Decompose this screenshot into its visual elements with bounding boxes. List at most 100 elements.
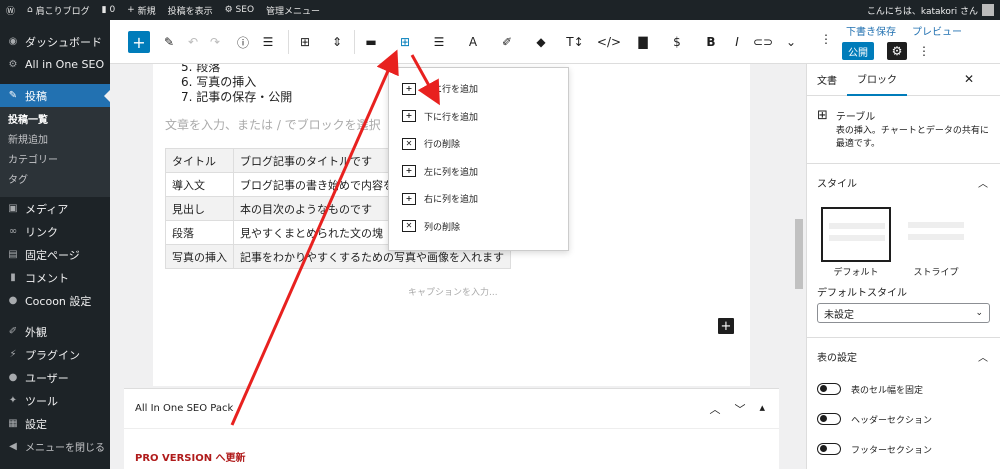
numbered-list[interactable]: 5. 段落 6. 写真の挿入 7. 記事の保存・公開 bbox=[181, 64, 292, 105]
menu-item-insert-row-before[interactable]: + 上に行を追加 bbox=[389, 75, 568, 103]
fixed-width-toggle-row[interactable]: 表のセル幅を固定 bbox=[807, 374, 1000, 404]
home-icon: ⌂ bbox=[27, 5, 36, 15]
pro-version-link[interactable]: PRO VERSION へ更新 bbox=[135, 449, 246, 464]
text-size-icon[interactable]: T↕ bbox=[560, 20, 590, 64]
greeting-text[interactable]: こんにちは、katakori さん bbox=[867, 4, 978, 17]
admin-sidebar: ◉ ダッシュボード ⚙ All in One SEO ✎ 投稿 投稿一覧 新規追加 カ… bbox=[0, 20, 110, 469]
sidebar-item-comments[interactable]: ▮ コメント bbox=[0, 266, 110, 289]
sidebar-item-dashboard[interactable]: ◉ ダッシュボード bbox=[0, 30, 110, 53]
align-icon[interactable]: ▬ bbox=[356, 20, 386, 64]
sidebar-item-appearance[interactable]: ✐ 外観 bbox=[0, 320, 110, 343]
table-cell[interactable]: 見出し bbox=[165, 196, 234, 221]
editor-scrollbar[interactable] bbox=[793, 64, 805, 469]
admin-menu-link[interactable]: 管理メニュー bbox=[260, 0, 326, 20]
paragraph-placeholder[interactable]: 文章を入力、または / でブロックを選択 bbox=[165, 116, 381, 133]
wordpress-logo-icon[interactable]: Ⓦ bbox=[0, 0, 21, 20]
menu-item-delete-column[interactable]: ✕ 列の削除 bbox=[389, 213, 568, 241]
sidebar-item-cocoon[interactable]: ● Cocoon 設定 bbox=[0, 289, 110, 312]
tag-icon[interactable]: ◆ bbox=[526, 20, 556, 64]
close-icon[interactable]: ✕ bbox=[964, 72, 974, 86]
chevron-down-icon[interactable]: ﹀ bbox=[734, 401, 745, 417]
inline-add-block-button[interactable]: + bbox=[718, 318, 734, 334]
header-section-toggle[interactable] bbox=[817, 413, 841, 425]
table-icon: ⊞ bbox=[817, 108, 828, 123]
sidebar-item-tools[interactable]: ✦ ツール bbox=[0, 389, 110, 412]
link-icon[interactable]: ⊂⊃ bbox=[748, 20, 778, 64]
preview-button[interactable]: プレビュー bbox=[912, 23, 962, 38]
text-align-icon[interactable]: ☰ bbox=[424, 20, 454, 64]
more-options-icon[interactable]: ⋮ bbox=[820, 32, 832, 46]
sidebar-item-media[interactable]: ▣ メディア bbox=[0, 197, 110, 220]
default-style-select[interactable]: 未設定 ⌄ bbox=[817, 303, 990, 323]
header-section-toggle-row[interactable]: ヘッダーセクション bbox=[807, 404, 1000, 434]
submenu-item-categories[interactable]: カテゴリー bbox=[0, 151, 110, 171]
block-card: ⊞ テーブル 表の挿入。チャートとデータの共有に最適です。 bbox=[807, 96, 1000, 164]
table-edit-menu: + 上に行を追加 + 下に行を追加 ✕ 行の削除 + 左に列を追加 + 右に列を追加 ✕ 列… bbox=[388, 67, 569, 251]
sidebar-item-plugins[interactable]: ⚡ プラグイン bbox=[0, 343, 110, 366]
scrollbar-thumb[interactable] bbox=[795, 219, 803, 289]
table-cell[interactable]: タイトル bbox=[165, 148, 234, 173]
menu-item-insert-column-before[interactable]: + 左に列を追加 bbox=[389, 158, 568, 186]
move-updown-icon[interactable]: ⇕ bbox=[322, 20, 352, 64]
list-view-icon[interactable]: ☰ bbox=[253, 20, 283, 64]
table-settings-title: 表の設定 bbox=[817, 352, 857, 364]
toggle-panel-icon[interactable]: ▴ bbox=[759, 401, 765, 417]
menu-item-delete-row[interactable]: ✕ 行の削除 bbox=[389, 130, 568, 158]
seo-menu-link[interactable]: ⚙ SEO bbox=[219, 0, 260, 20]
sidebar-item-aioseo[interactable]: ⚙ All in One SEO bbox=[0, 53, 110, 76]
style-option-default[interactable] bbox=[821, 207, 891, 262]
tab-document[interactable]: 文書 bbox=[807, 64, 847, 96]
footer-section-toggle-row[interactable]: フッターセクション bbox=[807, 434, 1000, 464]
footer-section-toggle[interactable] bbox=[817, 443, 841, 455]
dollar-icon[interactable]: $ bbox=[662, 20, 692, 64]
sidebar-item-pages[interactable]: ▤ 固定ページ bbox=[0, 243, 110, 266]
save-draft-button[interactable]: 下書き保存 bbox=[846, 23, 896, 38]
redo-icon[interactable]: ↷ bbox=[200, 20, 230, 64]
sidebar-item-links[interactable]: ∞ リンク bbox=[0, 220, 110, 243]
table-block-icon[interactable]: ⊞ bbox=[290, 20, 320, 64]
list-item: 6. 写真の挿入 bbox=[181, 75, 257, 89]
plugin-icon: ⚡ bbox=[9, 349, 17, 360]
collapse-icon: ◀ bbox=[9, 441, 17, 452]
site-name-link[interactable]: ⌂ 肩こりブログ bbox=[21, 0, 96, 20]
submenu-item-add-new[interactable]: 新規追加 bbox=[0, 131, 110, 151]
styles-panel-toggle[interactable]: スタイル ︿ bbox=[807, 164, 1000, 200]
submenu-item-all-posts[interactable]: 投稿一覧 bbox=[0, 111, 110, 131]
add-block-button[interactable]: + bbox=[128, 31, 150, 53]
chevron-up-icon[interactable]: ︿ bbox=[709, 401, 720, 417]
sidebar-item-settings[interactable]: ▦ 設定 bbox=[0, 412, 110, 435]
editor-more-icon[interactable]: ⋮ bbox=[918, 42, 930, 60]
style-option-stripes[interactable] bbox=[901, 207, 971, 262]
table-edit-icon[interactable]: ⊞ bbox=[390, 20, 420, 64]
new-content-link[interactable]: + 新規 bbox=[121, 0, 161, 20]
sidebar-collapse-button[interactable]: ◀ メニューを閉じる bbox=[0, 435, 110, 458]
table-cell[interactable]: 段落 bbox=[165, 220, 234, 245]
document-icon[interactable]: ▇ bbox=[628, 20, 658, 64]
chevron-down-icon[interactable]: ⌄ bbox=[776, 20, 806, 64]
comments-link[interactable]: ▮ 0 bbox=[96, 0, 122, 20]
avatar[interactable] bbox=[982, 4, 994, 16]
menu-item-insert-column-after[interactable]: + 右に列を追加 bbox=[389, 185, 568, 213]
style-label-default: デフォルト bbox=[833, 268, 879, 278]
sidebar-item-posts[interactable]: ✎ 投稿 bbox=[0, 84, 110, 107]
font-icon[interactable]: A bbox=[458, 20, 488, 64]
menu-item-insert-row-after[interactable]: + 下に行を追加 bbox=[389, 103, 568, 131]
styles-panel-title: スタイル bbox=[817, 178, 857, 190]
gear-icon: ⚙ bbox=[8, 59, 18, 70]
table-cell[interactable]: 導入文 bbox=[165, 172, 234, 197]
fixed-width-toggle[interactable] bbox=[817, 383, 841, 395]
table-caption-input[interactable]: キャプションを入力... bbox=[408, 285, 498, 298]
submenu-item-tags[interactable]: タグ bbox=[0, 171, 110, 191]
marker-icon[interactable]: ✐ bbox=[492, 20, 522, 64]
comment-icon: ▮ bbox=[101, 5, 110, 15]
view-post-link[interactable]: 投稿を表示 bbox=[162, 0, 219, 20]
table-settings-panel-toggle[interactable]: 表の設定 ︿ bbox=[807, 338, 1000, 374]
code-icon[interactable]: </> bbox=[594, 20, 624, 64]
table-cell[interactable]: 写真の挿入 bbox=[165, 244, 234, 269]
toolbar-divider bbox=[354, 30, 355, 54]
settings-gear-icon[interactable]: ⚙ bbox=[887, 42, 907, 60]
publish-button[interactable]: 公開 bbox=[842, 42, 874, 60]
sidebar-item-users[interactable]: ● ユーザー bbox=[0, 366, 110, 389]
tab-block[interactable]: ブロック bbox=[847, 64, 907, 96]
aioseo-metabox: All In One SEO Pack ︿ ﹀ ▴ PRO VERSION へ更… bbox=[124, 388, 779, 469]
